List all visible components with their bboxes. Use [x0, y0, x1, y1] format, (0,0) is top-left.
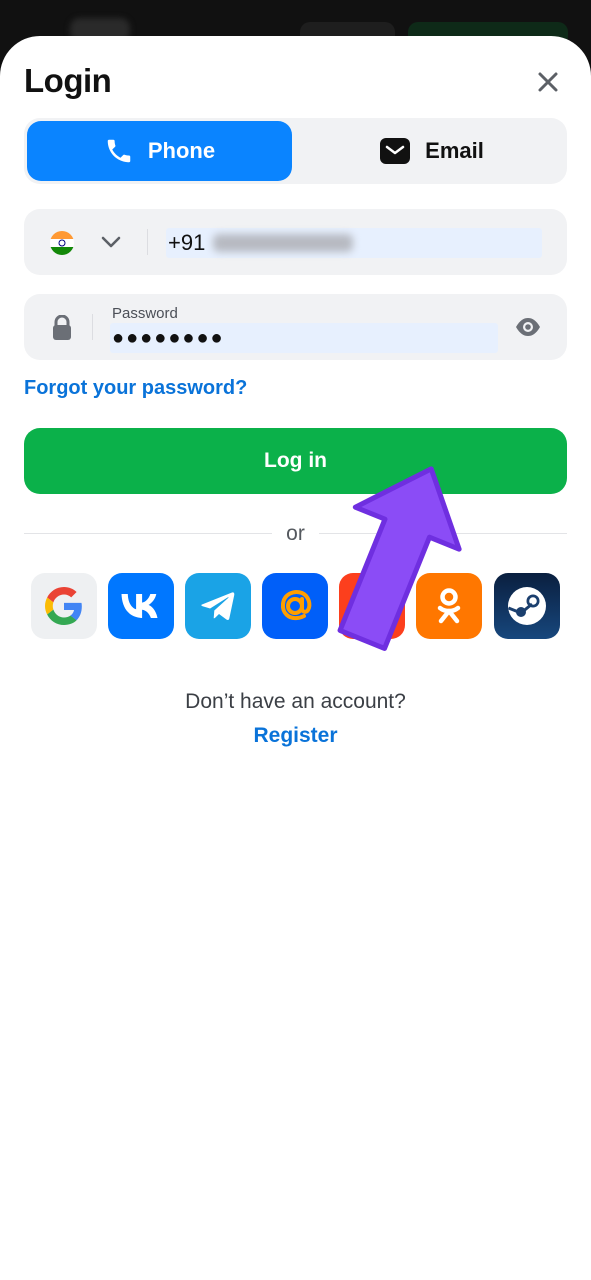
telegram-login-button[interactable]	[185, 573, 251, 639]
divider	[92, 314, 93, 340]
page-title: Login	[24, 62, 112, 99]
tab-phone[interactable]: Phone	[27, 121, 292, 181]
divider	[24, 533, 272, 534]
country-code: +91	[168, 230, 206, 255]
envelope-icon	[379, 137, 411, 165]
tab-email[interactable]: Email	[299, 121, 564, 181]
close-button[interactable]	[530, 64, 566, 100]
annotation-arrow-icon	[334, 456, 474, 661]
at-sign-icon	[280, 590, 312, 621]
login-sheet: Login Phone Email +91 Password ●●●●●●●● …	[0, 36, 591, 1280]
vk-icon	[121, 594, 158, 618]
lock-icon	[51, 314, 73, 346]
phone-input[interactable]: +91	[166, 228, 542, 258]
mail-ru-login-button[interactable]	[262, 573, 328, 639]
eye-icon	[516, 318, 540, 336]
password-label: Password	[112, 305, 178, 322]
google-login-button[interactable]	[31, 573, 97, 639]
or-divider-text: or	[286, 522, 305, 545]
tab-phone-label: Phone	[147, 138, 216, 163]
steam-login-button[interactable]	[494, 573, 560, 639]
country-dropdown-button[interactable]	[99, 230, 123, 259]
forgot-password-link[interactable]: Forgot your password?	[24, 377, 247, 400]
phone-icon	[104, 136, 134, 166]
divider	[147, 229, 148, 255]
telegram-icon	[201, 592, 235, 620]
login-button[interactable]: Log in	[24, 428, 567, 494]
login-method-tabs: Phone Email	[24, 118, 567, 184]
tab-email-label: Email	[425, 138, 484, 163]
chevron-down-icon	[101, 236, 121, 248]
password-field: Password ●●●●●●●●	[24, 294, 567, 360]
vk-login-button[interactable]	[108, 573, 174, 639]
steam-icon	[507, 587, 546, 625]
close-icon	[538, 72, 558, 92]
google-icon	[45, 587, 82, 625]
no-account-text: Don’t have an account?	[185, 690, 406, 713]
register-link[interactable]: Register	[0, 724, 591, 748]
show-password-button[interactable]	[514, 314, 542, 345]
phone-field: +91	[24, 209, 567, 275]
password-input[interactable]: ●●●●●●●●	[110, 323, 498, 353]
redacted-phone-number	[213, 234, 354, 252]
india-flag-icon	[50, 231, 74, 255]
